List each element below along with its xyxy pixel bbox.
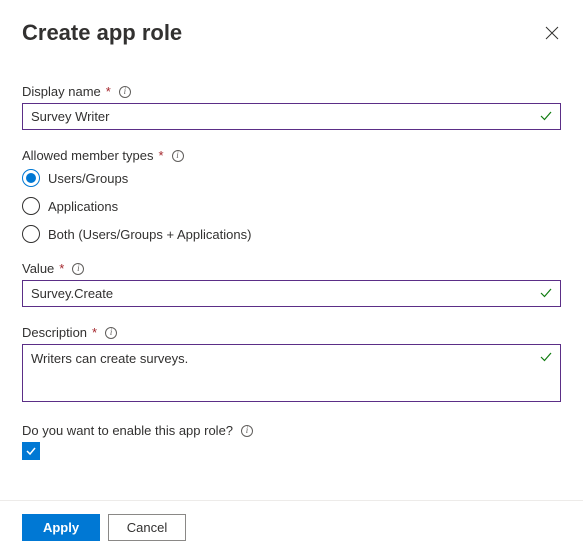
- radio-users-groups[interactable]: Users/Groups: [22, 169, 561, 187]
- required-indicator: *: [159, 148, 164, 163]
- page-title: Create app role: [22, 20, 182, 46]
- info-icon[interactable]: i: [241, 425, 253, 437]
- display-name-input[interactable]: [22, 103, 561, 130]
- close-icon: [545, 26, 559, 40]
- divider: [0, 500, 583, 501]
- value-label: Value: [22, 261, 54, 276]
- member-types-radio-group: Users/Groups Applications Both (Users/Gr…: [22, 169, 561, 243]
- required-indicator: *: [92, 325, 97, 340]
- required-indicator: *: [106, 84, 111, 99]
- value-input[interactable]: [22, 280, 561, 307]
- radio-both[interactable]: Both (Users/Groups + Applications): [22, 225, 561, 243]
- description-label: Description: [22, 325, 87, 340]
- apply-button[interactable]: Apply: [22, 514, 100, 541]
- description-input[interactable]: Writers can create surveys.: [22, 344, 561, 402]
- display-name-label: Display name: [22, 84, 101, 99]
- radio-label: Both (Users/Groups + Applications): [48, 227, 251, 242]
- info-icon[interactable]: i: [172, 150, 184, 162]
- radio-icon: [22, 197, 40, 215]
- radio-label: Applications: [48, 199, 118, 214]
- checkmark-icon: [24, 444, 38, 458]
- info-icon[interactable]: i: [119, 86, 131, 98]
- close-button[interactable]: [545, 26, 561, 42]
- enable-checkbox[interactable]: [22, 442, 40, 460]
- radio-applications[interactable]: Applications: [22, 197, 561, 215]
- radio-label: Users/Groups: [48, 171, 128, 186]
- member-types-label: Allowed member types: [22, 148, 154, 163]
- cancel-button[interactable]: Cancel: [108, 514, 186, 541]
- radio-icon: [22, 169, 40, 187]
- radio-icon: [22, 225, 40, 243]
- info-icon[interactable]: i: [105, 327, 117, 339]
- required-indicator: *: [59, 261, 64, 276]
- enable-label: Do you want to enable this app role?: [22, 423, 233, 438]
- info-icon[interactable]: i: [72, 263, 84, 275]
